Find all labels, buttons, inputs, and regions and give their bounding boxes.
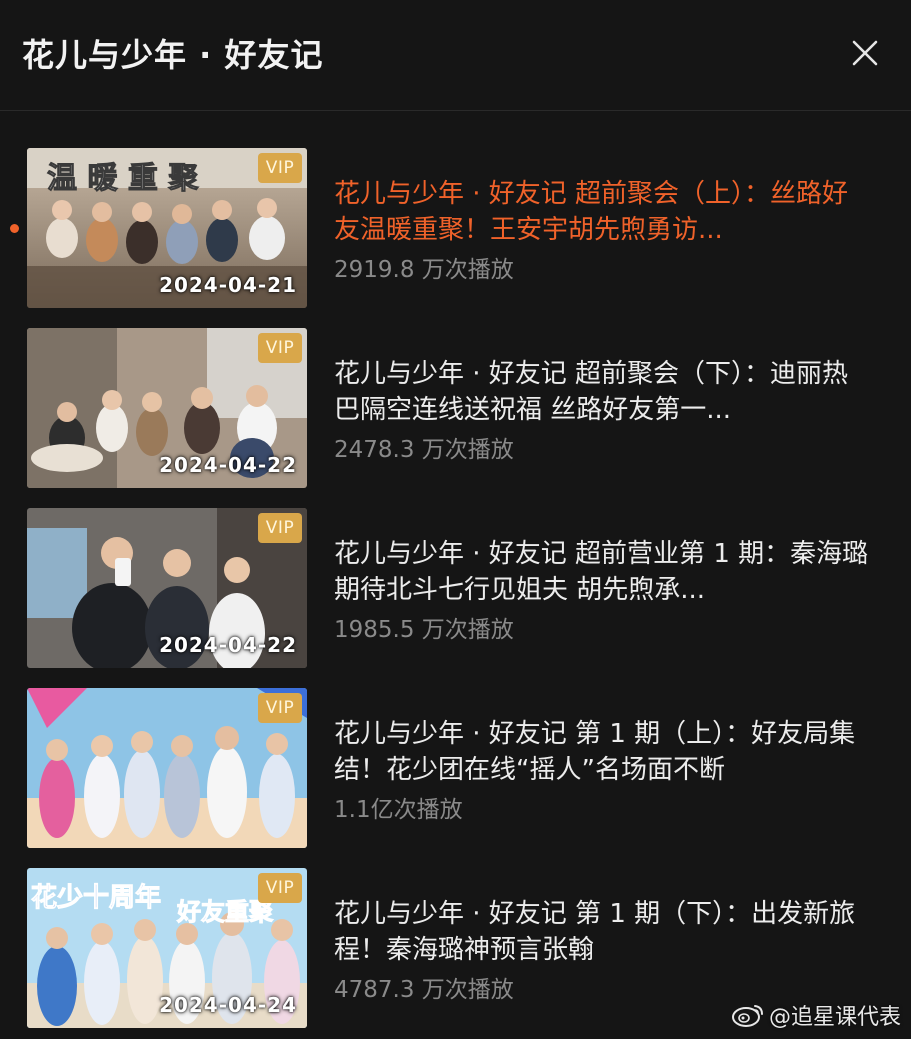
watermark-text: @追星课代表 bbox=[768, 1005, 901, 1030]
episode-title[interactable]: 花儿与少年 · 好友记 超前聚会（下）：迪丽热巴隔空连线送祝福 丝路好友第一..… bbox=[334, 356, 874, 428]
episode-view-count: 1985.5 万次播放 bbox=[334, 617, 514, 643]
vip-badge: VIP bbox=[258, 513, 302, 543]
weibo-icon bbox=[731, 1005, 763, 1027]
vip-badge: VIP bbox=[258, 873, 302, 903]
episode-item-3[interactable]: VIP 2024-04-22 花儿与少年 · 好友记 超前营业第 1 期：秦海璐… bbox=[0, 508, 911, 668]
episode-title[interactable]: 花儿与少年 · 好友记 超前营业第 1 期：秦海璐期待北斗七行见姐夫 胡先煦承.… bbox=[334, 536, 874, 608]
episode-item-1[interactable]: 温 暖 重 聚 VIP 2024-04-21 花儿与少年 · 好友记 超前聚会（… bbox=[0, 148, 911, 308]
episode-date: 2024-04-21 bbox=[159, 273, 297, 297]
episode-view-count: 4787.3 万次播放 bbox=[334, 977, 514, 1003]
episode-thumbnail[interactable]: VIP 2024-04-22 bbox=[27, 508, 307, 668]
episode-thumbnail[interactable]: VIP 2024-04-22 bbox=[27, 328, 307, 488]
episode-item-2[interactable]: VIP 2024-04-22 花儿与少年 · 好友记 超前聚会（下）：迪丽热巴隔… bbox=[0, 328, 911, 488]
episode-title[interactable]: 花儿与少年 · 好友记 第 1 期（上）：好友局集结！花少团在线“摇人”名场面不… bbox=[334, 716, 874, 788]
episode-title[interactable]: 花儿与少年 · 好友记 第 1 期（下）：出发新旅程！秦海璐神预言张翰 bbox=[334, 896, 874, 968]
episode-list-panel: 花儿与少年 · 好友记 温 暖 重 聚 VIP 2024-04-21 花儿与少年… bbox=[0, 0, 911, 1039]
episode-thumbnail[interactable]: VIP bbox=[27, 688, 307, 848]
panel-title: 花儿与少年 · 好友记 bbox=[22, 36, 324, 74]
episode-date: 2024-04-22 bbox=[159, 633, 297, 657]
svg-text:温 暖 重 聚: 温 暖 重 聚 bbox=[47, 161, 199, 196]
episode-view-count: 2919.8 万次播放 bbox=[334, 257, 514, 283]
episode-view-count: 1.1亿次播放 bbox=[334, 797, 463, 823]
svg-text:花少十周年: 花少十周年 bbox=[31, 882, 161, 913]
episode-title[interactable]: 花儿与少年 · 好友记 超前聚会（上）：丝路好友温暖重聚！王安宇胡先煦勇访... bbox=[334, 176, 874, 248]
close-button[interactable] bbox=[845, 33, 885, 73]
now-playing-indicator bbox=[10, 224, 19, 233]
weibo-watermark: @追星课代表 bbox=[731, 999, 901, 1031]
close-icon bbox=[852, 40, 878, 66]
panel-header: 花儿与少年 · 好友记 bbox=[0, 0, 911, 111]
vip-badge: VIP bbox=[258, 153, 302, 183]
episode-thumbnail[interactable]: 花少十周年 好友重聚 VIP 2024-04-24 bbox=[27, 868, 307, 1028]
episode-date: 2024-04-24 bbox=[159, 993, 297, 1017]
episode-view-count: 2478.3 万次播放 bbox=[334, 437, 514, 463]
vip-badge: VIP bbox=[258, 693, 302, 723]
episode-date: 2024-04-22 bbox=[159, 453, 297, 477]
episode-thumbnail[interactable]: 温 暖 重 聚 VIP 2024-04-21 bbox=[27, 148, 307, 308]
episode-item-4[interactable]: VIP 花儿与少年 · 好友记 第 1 期（上）：好友局集结！花少团在线“摇人”… bbox=[0, 688, 911, 848]
vip-badge: VIP bbox=[258, 333, 302, 363]
